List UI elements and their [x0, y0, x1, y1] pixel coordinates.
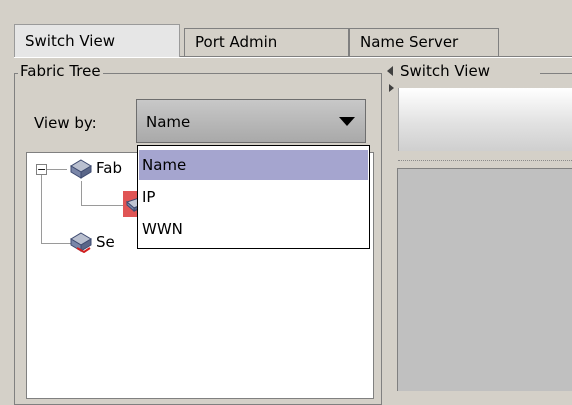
tree-connector: [81, 205, 123, 206]
tree-connector: [47, 169, 67, 170]
expand-right-icon[interactable]: [389, 84, 394, 92]
app-window: Switch View Port Admin Name Server Fabri…: [0, 0, 572, 405]
tab-bar: Switch View Port Admin Name Server: [14, 24, 572, 57]
switch-view-toolbar: [398, 88, 572, 151]
fabric-tree-title: Fabric Tree: [18, 62, 103, 80]
switch-view-canvas: [397, 168, 572, 391]
tab-name-server[interactable]: Name Server: [349, 28, 499, 56]
tree-node-fabric-label[interactable]: Fab: [96, 159, 122, 177]
collapse-toggle-icon[interactable]: −: [36, 164, 47, 175]
dropdown-option-wwn[interactable]: WWN: [139, 214, 368, 244]
view-by-dropdown-list: Name IP WWN: [137, 145, 370, 249]
tab-divider-highlight: [14, 57, 572, 58]
switch-view-title-rule: [540, 73, 572, 74]
view-by-label: View by:: [34, 114, 97, 132]
tree-connector: [81, 181, 82, 205]
splitter-handle[interactable]: [398, 160, 572, 161]
tab-port-admin[interactable]: Port Admin: [184, 28, 349, 56]
collapse-left-icon[interactable]: [387, 66, 393, 76]
fabric-icon: [70, 159, 92, 179]
switch-view-title: Switch View: [398, 62, 492, 80]
dropdown-option-ip[interactable]: IP: [139, 182, 368, 212]
tree-connector: [41, 175, 42, 243]
view-by-combobox[interactable]: Name: [136, 99, 366, 143]
chevron-down-icon[interactable]: [339, 117, 355, 126]
view-by-selected-value: Name: [146, 113, 191, 131]
tree-connector: [41, 243, 71, 244]
tab-switch-view[interactable]: Switch View: [14, 24, 180, 57]
tree-node-server-label[interactable]: Se: [96, 233, 115, 251]
dropdown-option-name[interactable]: Name: [139, 150, 368, 180]
server-icon: [70, 232, 92, 253]
